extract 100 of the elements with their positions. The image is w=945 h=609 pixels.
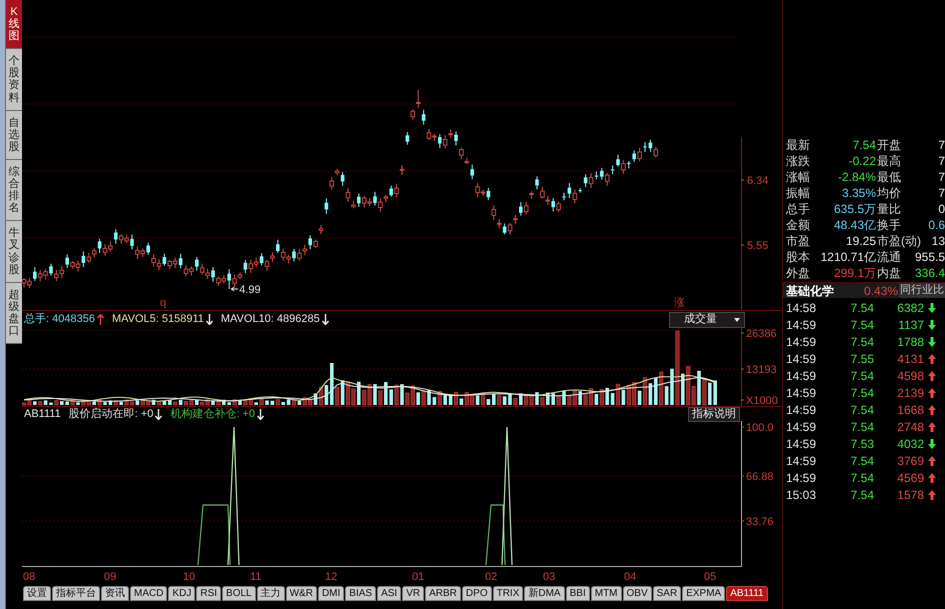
indicator-tab[interactable]: BOLL <box>222 586 256 601</box>
quote-value: 7 <box>938 171 945 183</box>
trade-time: 14:58 <box>786 302 818 314</box>
quote-label: 换手 <box>876 219 902 231</box>
trade-volume: 1788 <box>896 336 924 348</box>
quote-value: 13 <box>932 235 945 247</box>
industry-compare-button[interactable]: 同行业比 <box>899 283 945 298</box>
quote-label: 最高 <box>876 155 902 167</box>
axis-label: 6.34 <box>747 175 768 187</box>
trade-price: 7.54 <box>850 302 874 314</box>
axis-label: 33.76 <box>746 516 774 528</box>
month-label: 05 <box>704 571 716 583</box>
volume-stat: 总手: 4048356 <box>24 312 95 328</box>
indicator-dropdown[interactable]: 成交量 <box>669 312 745 328</box>
indicator-tab[interactable]: EXPMA <box>682 586 726 601</box>
trade-price: 7.54 <box>850 386 874 398</box>
quote-value: 7.54 <box>852 139 876 151</box>
quote-value: -0.22 <box>848 155 876 167</box>
sidebar-tab[interactable]: 超级盘口 <box>6 282 22 344</box>
trade-volume: 4598 <box>896 370 924 382</box>
trade-price: 7.55 <box>850 352 874 364</box>
caret-icon <box>734 318 740 322</box>
quote-value: 19.25 <box>844 235 876 247</box>
indicator-tab[interactable]: MTM <box>590 586 622 601</box>
quote-label: 总手 <box>786 203 811 215</box>
indicator-tab[interactable]: 指标平台 <box>52 586 100 601</box>
trade-volume: 1578 <box>896 488 924 500</box>
quote-label: 市盈(动) <box>876 235 922 247</box>
trade-price: 7.54 <box>850 472 874 484</box>
axis-label: 5.55 <box>747 240 768 252</box>
industry-change: 0.43% <box>862 282 898 300</box>
indicator-tab[interactable]: W&R <box>286 586 317 601</box>
indicator-tab[interactable]: VR <box>402 586 424 601</box>
quote-value: 48.43亿 <box>832 219 876 231</box>
indicator-tab[interactable]: RSI <box>196 586 222 601</box>
month-label: 01 <box>412 571 424 583</box>
quote-label: 金额 <box>786 219 811 231</box>
industry-name: 基础化学 <box>785 282 835 300</box>
indicator-tab[interactable]: SAR <box>652 586 682 601</box>
sidebar-tab[interactable]: 牛叉诊股 <box>6 221 22 283</box>
sidebar-tab[interactable]: 自选股 <box>6 110 22 160</box>
trade-volume: 4569 <box>896 472 924 484</box>
month-label: 10 <box>183 571 196 583</box>
trade-price: 7.54 <box>850 454 874 466</box>
quote-value: 0.6 <box>928 219 945 231</box>
indicator-help-button[interactable]: 指标说明 <box>688 406 740 422</box>
trade-time: 14:59 <box>786 318 818 330</box>
chart-marker: q <box>160 297 166 309</box>
signal-value: 机构建仓补仓: +0 <box>170 406 256 422</box>
quote-value: 299.1万 <box>832 267 876 279</box>
quote-label: 涨幅 <box>786 171 811 183</box>
quote-label: 内盘 <box>876 267 902 279</box>
chart-marker: 涨 <box>674 297 685 309</box>
quote-value: 1210.71亿 <box>820 251 876 263</box>
indicator-tab[interactable]: BBI <box>566 586 590 601</box>
sidebar-tab[interactable]: K线图 <box>6 0 22 50</box>
quote-value: 955.5 <box>914 251 945 263</box>
trade-price: 7.54 <box>850 370 874 382</box>
quote-value: 0 <box>938 203 945 215</box>
trade-volume: 1137 <box>897 318 924 330</box>
indicator-tab[interactable]: KDJ <box>168 586 196 601</box>
indicator-tab[interactable]: 资讯 <box>101 586 129 601</box>
trade-price: 7.54 <box>850 488 874 500</box>
indicator-tab[interactable]: DPO <box>462 586 492 601</box>
quote-value: -2.84% <box>836 171 876 183</box>
trade-price: 7.54 <box>850 336 874 348</box>
quote-label: 涨跌 <box>786 155 811 167</box>
volume-stat: MAVOL5: 5158911 <box>112 312 204 328</box>
quote-label: 股本 <box>786 251 811 263</box>
axis-label: 66.88 <box>746 471 774 483</box>
sidebar-tab[interactable]: 个股资料 <box>6 49 22 111</box>
trade-time: 14:59 <box>786 404 818 416</box>
trade-time: 14:59 <box>786 352 818 364</box>
trade-volume: 4131 <box>896 352 924 364</box>
trade-price: 7.54 <box>850 404 874 416</box>
indicator-tab[interactable]: DMI <box>318 586 344 601</box>
indicator-tab[interactable]: 新DMA <box>524 586 565 601</box>
quote-value: 7 <box>938 139 945 151</box>
month-label: 02 <box>485 571 498 583</box>
axis-label: 26386 <box>746 328 777 340</box>
indicator-tab[interactable]: 主力 <box>256 586 285 601</box>
indicator-tab[interactable]: MACD <box>130 586 168 601</box>
volume-stat: MAVOL10: 4896285 <box>220 312 320 328</box>
indicator-tab[interactable]: 设置 <box>23 586 51 601</box>
sidebar-tab[interactable]: 综合排名 <box>6 160 22 222</box>
indicator-tab[interactable]: AB1111 <box>726 586 768 601</box>
indicator-tab[interactable]: TRIX <box>492 586 524 601</box>
signal-value: 股价启动在即: +0 <box>68 406 154 422</box>
quote-value: 3.35% <box>840 187 876 199</box>
month-label: 09 <box>104 571 116 583</box>
axis-label: 100.0 <box>746 422 774 434</box>
indicator-tab[interactable]: BIAS <box>345 586 376 601</box>
quote-label: 均价 <box>876 187 902 199</box>
trade-volume: 2139 <box>896 386 924 398</box>
indicator-name: AB1111 <box>24 406 61 422</box>
indicator-tab[interactable]: ASI <box>377 586 402 601</box>
indicator-tab[interactable]: OBV <box>622 586 652 601</box>
trade-volume: 1668 <box>896 404 924 416</box>
indicator-tab[interactable]: ARBR <box>425 586 461 601</box>
trade-time: 15:03 <box>786 488 818 500</box>
